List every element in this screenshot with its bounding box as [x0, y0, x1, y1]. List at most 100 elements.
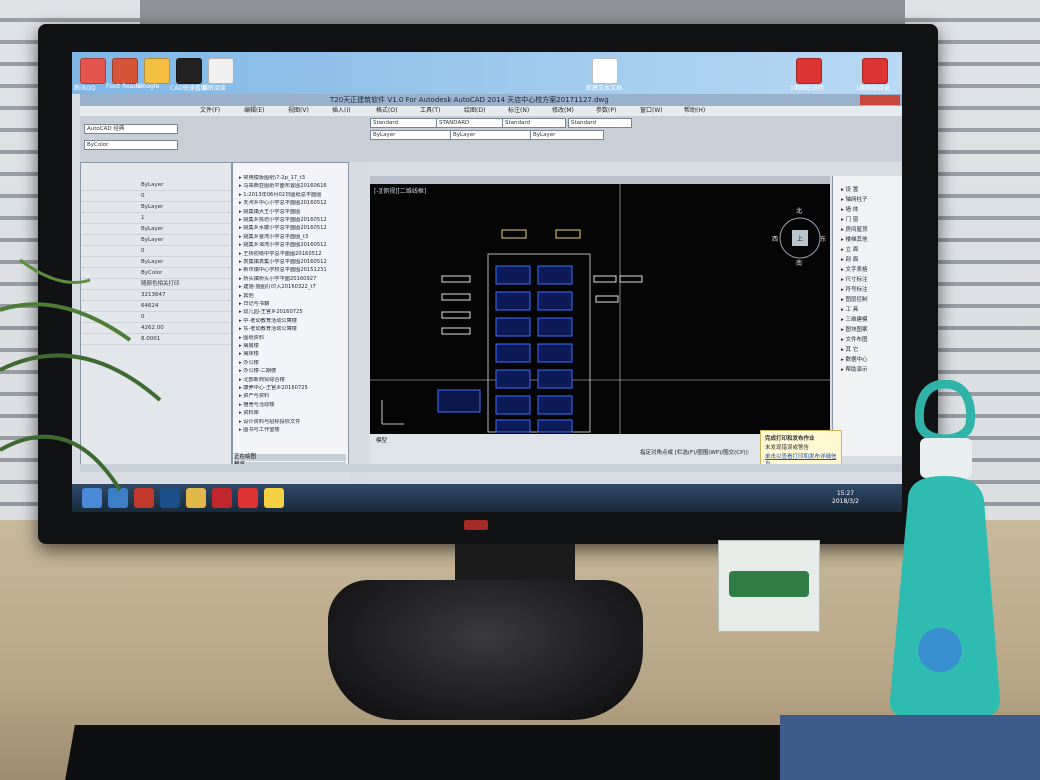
palette-item[interactable]: ▸ 设 置: [841, 186, 901, 194]
palette-item[interactable]: ▸ 轴网柱子: [841, 196, 901, 204]
toolbar-combo[interactable]: Standard: [502, 118, 566, 128]
folder-tree-item[interactable]: ▸ 姚集乡陈坊小学总平面图20160512: [239, 217, 347, 224]
toolbar-combo[interactable]: ByColor: [84, 140, 178, 150]
palette-item[interactable]: ▸ 数据中心: [841, 356, 901, 364]
palette-item[interactable]: ▸ 墙 体: [841, 206, 901, 214]
toolbar-combo[interactable]: ByLayer: [450, 130, 534, 140]
palette-item[interactable]: ▸ 图层控制: [841, 296, 901, 304]
toolbar-combo[interactable]: Standard: [568, 118, 632, 128]
property-value[interactable]: ByLayer: [141, 236, 163, 245]
desktop-icon[interactable]: [862, 58, 888, 84]
folder-tree-item[interactable]: ▸ 天河乡中心小学总平面图20160512: [239, 200, 347, 207]
menu-item[interactable]: 标注(N): [508, 106, 529, 116]
folder-tree-item[interactable]: ▸ 马来西亚图纸平面布置图20160616: [239, 183, 347, 190]
desktop-icon[interactable]: [796, 58, 822, 84]
folder-tree-item[interactable]: ▸ 1:2013年06月02日图纸总平面图: [239, 192, 347, 199]
palette-item[interactable]: ▸ 工 具: [841, 306, 901, 314]
menu-item[interactable]: 工具(T): [420, 106, 440, 116]
toolbar-combo[interactable]: ByLayer: [530, 130, 604, 140]
toolbar-combo[interactable]: AutoCAD 经典: [84, 124, 178, 134]
menu-item[interactable]: 窗口(W): [640, 106, 663, 116]
menu-item[interactable]: 视图(V): [288, 106, 309, 116]
palette-item[interactable]: ▸ 三维建模: [841, 316, 901, 324]
system-clock[interactable]: 15:27 2018/3/2: [832, 490, 859, 506]
folder-tree-item[interactable]: ▸ 办公楼: [239, 360, 347, 367]
folder-tree-item[interactable]: ▸ 图书与工作室楼: [239, 427, 347, 434]
desktop-icon[interactable]: [112, 58, 138, 84]
folder-tree-item[interactable]: ▸ 姚集乡曹湾小学总平面图_t3: [239, 234, 347, 241]
folder-tree-item[interactable]: ▸ 资产与资料: [239, 393, 347, 400]
menu-item[interactable]: 帮助(H): [684, 106, 705, 116]
folder-tree-item[interactable]: ▸ 病床楼: [239, 351, 347, 358]
palette-item[interactable]: ▸ 立 面: [841, 246, 901, 254]
palette-item[interactable]: ▸ 尺寸标注: [841, 276, 901, 284]
palette-item[interactable]: ▸ 剖 面: [841, 256, 901, 264]
print-notification[interactable]: 完成打印和发布作业 未发现错误或警告 单击以查看打印和发布详细信息...: [760, 430, 842, 468]
toolbar-combo[interactable]: ByLayer: [370, 130, 454, 140]
desktop-icon[interactable]: [144, 58, 170, 84]
menu-item[interactable]: 绘图(D): [464, 106, 485, 116]
menu-item[interactable]: 文件(F): [200, 106, 220, 116]
property-value[interactable]: ByLayer: [141, 203, 163, 212]
palette-item[interactable]: ▸ 图块图案: [841, 326, 901, 334]
folder-tree-item[interactable]: ▸ 姚集乡潭湾小学总平面图20160512: [239, 242, 347, 249]
palette-item[interactable]: ▸ 门 窗: [841, 216, 901, 224]
menu-item[interactable]: 修改(M): [552, 106, 574, 116]
palette-item[interactable]: ▸ 文字表格: [841, 266, 901, 274]
palette-item[interactable]: ▸ 帮助演示: [841, 366, 901, 374]
property-value[interactable]: ByLayer: [141, 181, 163, 190]
folder-tree-item[interactable]: ▸ 资料库: [239, 410, 347, 417]
drawing-canvas[interactable]: [-][俯视][二维线框] 北 南 西 东 上: [370, 184, 830, 434]
property-value[interactable]: ByLayer: [141, 225, 163, 234]
palette-item[interactable]: ▸ 房间屋顶: [841, 226, 901, 234]
property-value[interactable]: 0: [141, 192, 145, 201]
acrobat-icon[interactable]: [212, 488, 232, 508]
folder-tree-item[interactable]: ▸ 幼儿园-王官乡20160725: [239, 309, 347, 316]
folder-tree-item[interactable]: ▸ 图纸资料: [239, 335, 347, 342]
folder-tree-item[interactable]: ▸ 其他: [239, 293, 347, 300]
folder-tree-item[interactable]: ▸ 中-老幼教育活动公寓楼: [239, 318, 347, 325]
folder-tree-item[interactable]: ▸ 北部新商贸综合楼: [239, 377, 347, 384]
desktop-icon[interactable]: [592, 58, 618, 84]
folder-tree-item[interactable]: ▸ 桥头镇桥头小学平面20160927: [239, 276, 347, 283]
menu-item[interactable]: 参数(P): [596, 106, 616, 116]
model-tab[interactable]: 模型: [376, 436, 387, 444]
palette-item[interactable]: ▸ 文件布图: [841, 336, 901, 344]
palette-item[interactable]: ▸ 符号标注: [841, 286, 901, 294]
folder-tree-item[interactable]: ▸ 宿舍与活动楼: [239, 402, 347, 409]
folder-tree-item[interactable]: ▸ 姚集镇大王小学总平面图: [239, 209, 347, 216]
pdf-icon[interactable]: [238, 488, 258, 508]
menu-item[interactable]: 编辑(E): [244, 106, 264, 116]
notification-line1: 未发现错误或警告: [765, 445, 810, 451]
folder-tree-item[interactable]: ▸ 设计资料与招标投标文件: [239, 419, 347, 426]
desktop-icon[interactable]: [80, 58, 106, 84]
desktop-icon-label: Google: [138, 83, 160, 90]
folder-tree-item[interactable]: ▸ 袁集镇袁集小学总平面图20160512: [239, 259, 347, 266]
folder-tree-item[interactable]: ▸ 新市镇中心学校总平面图20151231: [239, 267, 347, 274]
design-center-panel: ▸ 常用模板图纸\7-2p_17_t3 ▸ 马来西亚图纸平面布置图20160616…: [232, 162, 349, 469]
desktop-icon[interactable]: [176, 58, 202, 84]
folder-tree-item[interactable]: ▸ 病房楼: [239, 343, 347, 350]
folder-tree-item[interactable]: ▸ 姚集乡水磨小学总平面图20160512: [239, 225, 347, 232]
viewcube-top-face[interactable]: 上: [797, 234, 803, 243]
vertical-tool-palette[interactable]: [350, 162, 368, 482]
palette-item[interactable]: ▸ 楼梯其他: [841, 236, 901, 244]
folder-tree-item[interactable]: ▸ 康养中心-王官乡20160725: [239, 385, 347, 392]
folder-tree-item[interactable]: ▸ 建施-施图打印入20160322_t7: [239, 284, 347, 291]
drawing-tabs[interactable]: [370, 176, 830, 184]
palette-item[interactable]: ▸ 其 它: [841, 346, 901, 354]
folder-tree-item[interactable]: ▸ 王桥初级中学总平面图20160512: [239, 251, 347, 258]
window-controls[interactable]: [860, 95, 900, 105]
folder-tree-item[interactable]: ▸ 常用模板图纸\7-2p_17_t3: [239, 175, 347, 182]
toolbar-combo[interactable]: Standard: [370, 118, 444, 128]
menu-item[interactable]: 插入(I): [332, 106, 350, 116]
floor-plan-stack: [495, 265, 573, 433]
property-value[interactable]: 1: [141, 214, 145, 223]
folder-tree-item[interactable]: ▸ 办公楼-二期楼: [239, 368, 347, 375]
folder-tree-item[interactable]: ▸ 日记与书籍: [239, 301, 347, 308]
menu-item[interactable]: 格式(O): [376, 106, 397, 116]
desktop-icon[interactable]: [208, 58, 234, 84]
folder-tree-item[interactable]: ▸ 东-老幼教育活动公寓楼: [239, 326, 347, 333]
paint-icon[interactable]: [264, 488, 284, 508]
toolbar-combo[interactable]: STANDARD: [436, 118, 510, 128]
